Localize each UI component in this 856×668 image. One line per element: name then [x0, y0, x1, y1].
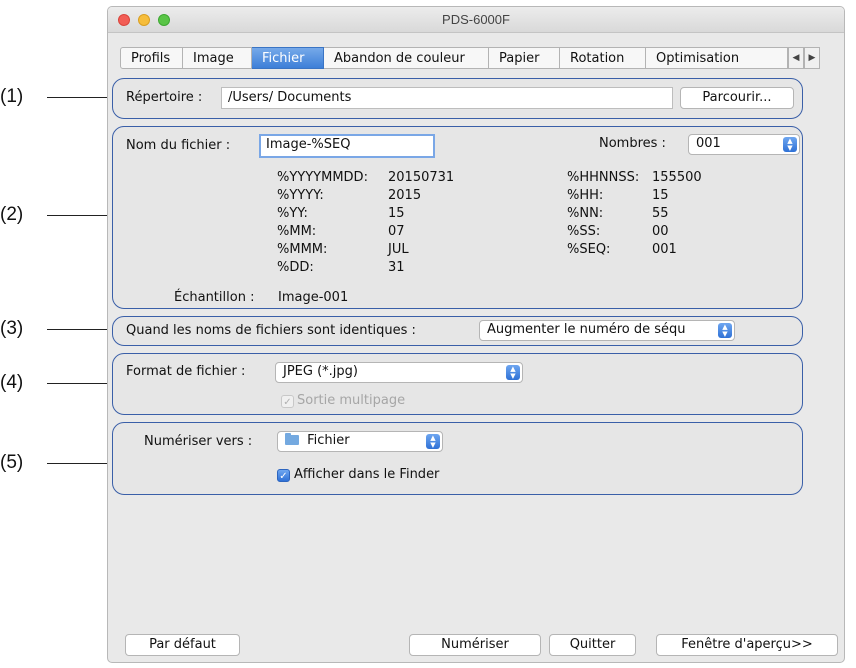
tab-image[interactable]: Image — [183, 47, 252, 69]
code-yy-value: 15 — [388, 206, 405, 221]
directory-section: Répertoire : /Users/ Documents Parcourir… — [112, 78, 803, 119]
title-bar: PDS-6000F — [108, 7, 844, 33]
filename-section: Nom du fichier : Image-%SEQ Nombres : 00… — [112, 126, 803, 309]
numbers-select[interactable]: 001 ▲ ▼ — [688, 134, 800, 155]
callout-line-5 — [47, 463, 111, 464]
file-format-section: Format de fichier : JPEG (*.jpg) ▲ ▼ ✓ So… — [112, 353, 803, 415]
code-hhnnss: %HHNNSS: — [567, 170, 640, 185]
code-ss: %SS: — [567, 224, 601, 239]
code-yyyy: %YYYY: — [277, 188, 324, 203]
sample-label: Échantillon : — [174, 290, 255, 305]
callout-3: (3) — [0, 318, 24, 339]
code-dd-value: 31 — [388, 260, 405, 275]
duplicate-names-section: Quand les noms de fichiers sont identiqu… — [112, 316, 803, 346]
numbers-stepper-icon: ▲ ▼ — [783, 137, 797, 152]
filename-input[interactable]: Image-%SEQ — [259, 134, 435, 158]
code-mmm-value: JUL — [388, 242, 409, 257]
scan-to-label: Numériser vers : — [144, 434, 253, 449]
code-dd: %DD: — [277, 260, 314, 275]
multipage-checkbox[interactable]: ✓ — [281, 395, 294, 408]
code-mm: %MM: — [277, 224, 317, 239]
show-in-finder-label: Afficher dans le Finder — [294, 467, 440, 482]
tab-abandon-de-couleur[interactable]: Abandon de couleur — [324, 47, 489, 69]
tab-rotation[interactable]: Rotation — [560, 47, 646, 69]
callout-5: (5) — [0, 452, 24, 473]
code-seq: %SEQ: — [567, 242, 611, 257]
scan-button[interactable]: Numériser — [409, 634, 541, 656]
scan-to-select-value: Fichier — [307, 433, 350, 448]
code-yyyymmdd-value: 20150731 — [388, 170, 455, 185]
callout-line-3 — [47, 329, 111, 330]
file-format-stepper-icon: ▲ ▼ — [506, 365, 520, 380]
code-mmm: %MMM: — [277, 242, 328, 257]
tab-fichier[interactable]: Fichier — [252, 47, 324, 69]
numbers-select-value: 001 — [696, 136, 721, 151]
preview-window-button[interactable]: Fenêtre d'aperçu>> — [656, 634, 838, 656]
callout-2: (2) — [0, 204, 24, 225]
file-format-label: Format de fichier : — [126, 364, 246, 379]
code-hhnnss-value: 155500 — [652, 170, 702, 185]
code-seq-value: 001 — [652, 242, 677, 257]
tab-papier[interactable]: Papier — [489, 47, 560, 69]
scan-to-section: Numériser vers : Fichier ▲ ▼ ✓ Afficher d… — [112, 422, 803, 495]
code-yyyy-value: 2015 — [388, 188, 422, 203]
quit-button[interactable]: Quitter — [549, 634, 636, 656]
sample-value: Image-001 — [278, 290, 349, 305]
tab-optimisation[interactable]: Optimisation — [646, 47, 788, 69]
scan-to-stepper-icon: ▲ ▼ — [426, 434, 440, 449]
scan-to-select[interactable]: Fichier ▲ ▼ — [277, 431, 443, 452]
code-hh-value: 15 — [652, 188, 669, 203]
file-format-select[interactable]: JPEG (*.jpg) ▲ ▼ — [275, 362, 523, 383]
default-button[interactable]: Par défaut — [125, 634, 240, 656]
callout-4: (4) — [0, 372, 24, 393]
duplicate-names-label: Quand les noms de fichiers sont identiqu… — [126, 323, 416, 338]
numbers-label: Nombres : — [599, 136, 666, 151]
browse-button[interactable]: Parcourir... — [680, 87, 794, 109]
code-yyyymmdd: %YYYYMMDD: — [277, 170, 368, 185]
code-nn-value: 55 — [652, 206, 669, 221]
callout-1: (1) — [0, 86, 24, 107]
duplicate-names-select-value: Augmenter le numéro de séqu — [487, 322, 686, 337]
callout-line-4 — [47, 383, 111, 384]
tab-profils[interactable]: Profils — [120, 47, 183, 69]
code-yy: %YY: — [277, 206, 308, 221]
code-ss-value: 00 — [652, 224, 669, 239]
tab-scroll-right-icon[interactable]: ▶ — [804, 47, 820, 69]
code-mm-value: 07 — [388, 224, 405, 239]
duplicate-names-select[interactable]: Augmenter le numéro de séqu ▲ ▼ — [479, 320, 735, 341]
settings-window: PDS-6000F Profils Image Fichier Abandon … — [107, 6, 845, 663]
code-nn: %NN: — [567, 206, 604, 221]
filename-label: Nom du fichier : — [126, 138, 231, 153]
file-format-select-value: JPEG (*.jpg) — [283, 364, 358, 379]
code-hh: %HH: — [567, 188, 604, 203]
tab-bar: Profils Image Fichier Abandon de couleur… — [120, 47, 840, 69]
show-in-finder-checkbox[interactable]: ✓ — [277, 469, 290, 482]
folder-icon — [285, 433, 299, 445]
directory-label: Répertoire : — [126, 90, 203, 105]
tab-scroll-left-icon[interactable]: ◀ — [788, 47, 804, 69]
multipage-label: Sortie multipage — [297, 393, 406, 408]
duplicate-names-stepper-icon: ▲ ▼ — [718, 323, 732, 338]
directory-path-field[interactable]: /Users/ Documents — [221, 87, 673, 109]
callout-line-2 — [47, 215, 111, 216]
callout-line-1 — [47, 97, 111, 98]
window-title: PDS-6000F — [442, 12, 510, 27]
